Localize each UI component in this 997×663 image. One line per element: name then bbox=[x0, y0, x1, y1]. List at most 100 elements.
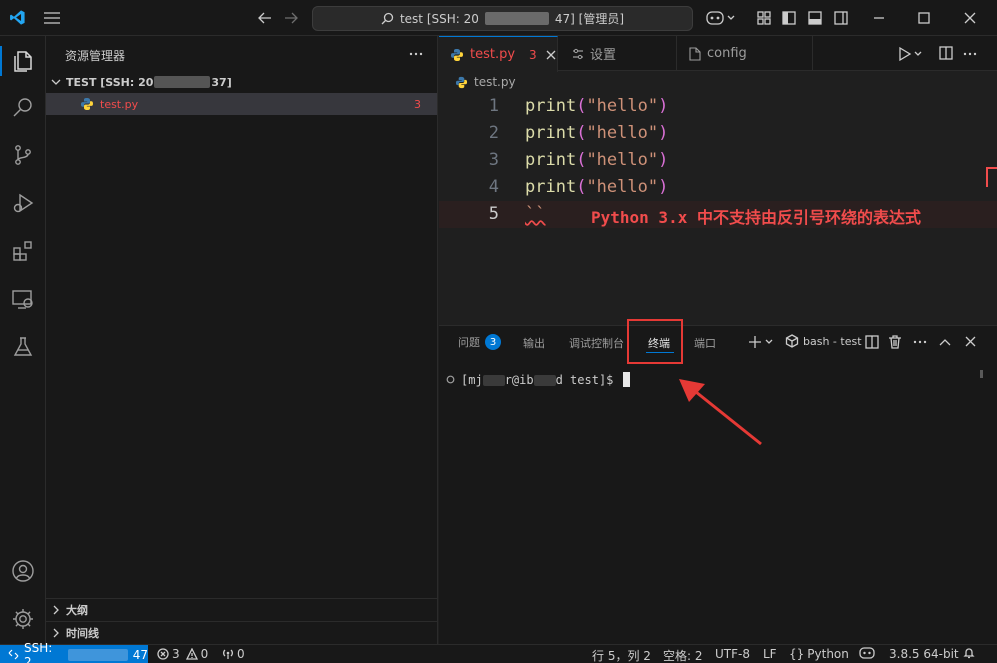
source-control-icon[interactable] bbox=[8, 140, 38, 170]
ports-status[interactable]: 0 bbox=[222, 647, 245, 661]
toggle-secondary-sidebar-icon[interactable] bbox=[834, 11, 848, 25]
outline-section[interactable]: 大纲 bbox=[46, 599, 437, 621]
prompt-part-2: r@ib bbox=[504, 372, 534, 387]
tab-debug-console[interactable]: 调试控制台 bbox=[569, 335, 624, 351]
timeline-section[interactable]: 时间线 bbox=[46, 622, 437, 644]
new-terminal-icon[interactable] bbox=[749, 335, 775, 349]
code-text: `` bbox=[525, 204, 546, 224]
manage-gear-icon[interactable] bbox=[8, 604, 38, 634]
command-center-search[interactable]: test [SSH: 20 47] [管理员] bbox=[312, 6, 693, 31]
outline-label: 大纲 bbox=[66, 604, 88, 617]
timeline-label: 时间线 bbox=[66, 627, 99, 640]
tab-settings[interactable]: 设置 bbox=[559, 36, 677, 71]
toggle-sidebar-icon[interactable] bbox=[782, 11, 796, 25]
terminal-prompt[interactable]: [mj r@ib d test]$ bbox=[446, 372, 631, 387]
notifications-bell-icon[interactable] bbox=[963, 647, 975, 659]
search-activity-icon[interactable] bbox=[8, 92, 38, 122]
code-line-1[interactable]: 1 print("hello") bbox=[439, 93, 997, 120]
run-debug-icon[interactable] bbox=[8, 188, 38, 218]
redacted-mask bbox=[484, 12, 549, 25]
maximize-panel-icon[interactable] bbox=[938, 336, 952, 348]
tab-label: 问题 bbox=[458, 336, 480, 349]
code-line-5[interactable]: 5 `` Python 3.x 中不支持由反引号环绕的表达式 bbox=[439, 201, 997, 228]
tab-label: 设置 bbox=[590, 48, 617, 63]
close-window-icon[interactable] bbox=[963, 11, 977, 25]
accounts-icon[interactable] bbox=[8, 556, 38, 586]
activity-bar bbox=[0, 36, 46, 644]
python-file-icon bbox=[450, 48, 464, 62]
redacted-mask bbox=[68, 648, 128, 661]
tab-ports[interactable]: 端口 bbox=[694, 335, 716, 351]
annotation-arrow bbox=[675, 376, 765, 448]
code-text: print("hello") bbox=[525, 150, 669, 170]
copilot-icon[interactable] bbox=[706, 9, 736, 27]
editor-more-icon[interactable] bbox=[962, 46, 978, 62]
terminal-profile-icon bbox=[785, 334, 799, 348]
warning-count: 0 bbox=[200, 647, 209, 661]
explorer-sidebar: 资源管理器 TEST [SSH: 20 37] test.py 3 大纲 时间线 bbox=[46, 36, 438, 644]
forward-icon[interactable] bbox=[284, 11, 298, 25]
file-item-test-py[interactable]: test.py 3 bbox=[46, 93, 437, 115]
redacted-mask bbox=[533, 374, 556, 386]
code-line-4[interactable]: 4 print("hello") bbox=[439, 174, 997, 201]
terminal-selector[interactable]: bash - test bbox=[785, 334, 862, 348]
run-python-icon[interactable] bbox=[897, 46, 925, 62]
annotation-highlight-box bbox=[627, 319, 683, 364]
remote-indicator[interactable]: SSH: 2 47 bbox=[0, 641, 148, 663]
language-mode[interactable]: {} Python bbox=[789, 647, 849, 661]
warning-icon bbox=[185, 648, 198, 660]
line-number: 4 bbox=[488, 177, 499, 197]
code-line-2[interactable]: 2 print("hello") bbox=[439, 120, 997, 147]
code-text: print("hello") bbox=[525, 177, 669, 197]
trash-icon[interactable] bbox=[888, 335, 902, 349]
remote-explorer-icon[interactable] bbox=[8, 284, 38, 314]
code-line-3[interactable]: 3 print("hello") bbox=[439, 147, 997, 174]
tab-problems[interactable]: 问题 3 bbox=[458, 334, 501, 350]
search-text-prefix: test [SSH: 20 bbox=[399, 11, 479, 26]
customize-layout-icon[interactable] bbox=[757, 11, 771, 25]
python-interpreter[interactable]: 3.8.5 64-bit bbox=[889, 647, 959, 661]
toggle-panel-icon[interactable] bbox=[808, 11, 822, 25]
settings-tab-icon bbox=[572, 48, 584, 60]
tab-problem-badge: 3 bbox=[529, 47, 537, 62]
end-of-line[interactable]: LF bbox=[763, 647, 777, 661]
encoding[interactable]: UTF-8 bbox=[715, 647, 750, 661]
copilot-status-icon[interactable] bbox=[859, 647, 875, 659]
chevron-right-icon bbox=[50, 604, 62, 616]
inline-error-message: Python 3.x 中不支持由反引号环绕的表达式 bbox=[591, 208, 921, 227]
broadcast-icon bbox=[222, 648, 234, 660]
terminal-scrollbar[interactable] bbox=[980, 370, 983, 378]
explorer-icon[interactable] bbox=[0, 46, 38, 76]
extensions-icon[interactable] bbox=[8, 236, 38, 266]
tab-test-py[interactable]: test.py 3 bbox=[439, 36, 558, 72]
tab-output[interactable]: 输出 bbox=[523, 335, 545, 351]
scrollbar-error-marker bbox=[986, 167, 997, 187]
braces-icon: {} bbox=[789, 647, 805, 661]
indentation[interactable]: 空格: 2 bbox=[663, 647, 703, 663]
workspace-folder[interactable]: TEST [SSH: 20 37] bbox=[46, 71, 437, 93]
chevron-down-icon bbox=[50, 76, 62, 88]
terminal-name: bash - test bbox=[803, 334, 862, 348]
file-name: test.py bbox=[100, 97, 139, 111]
problems-count-badge: 3 bbox=[485, 334, 501, 350]
prompt-part-3: d test]$ bbox=[555, 372, 614, 387]
panel-more-icon[interactable] bbox=[912, 334, 928, 350]
remote-suffix: 47 bbox=[132, 647, 148, 662]
maximize-icon[interactable] bbox=[917, 11, 931, 25]
split-terminal-icon[interactable] bbox=[865, 335, 879, 349]
more-actions-icon[interactable] bbox=[408, 46, 424, 62]
back-icon[interactable] bbox=[258, 11, 272, 25]
testing-icon[interactable] bbox=[8, 332, 38, 362]
line-number: 2 bbox=[488, 123, 499, 143]
breadcrumb[interactable]: test.py bbox=[439, 71, 997, 93]
menu-icon[interactable] bbox=[44, 12, 60, 24]
tab-config[interactable]: config bbox=[678, 36, 813, 71]
split-editor-icon[interactable] bbox=[939, 46, 953, 60]
search-text-suffix: 47] [管理员] bbox=[554, 12, 625, 26]
close-panel-icon[interactable] bbox=[964, 335, 977, 348]
problems-status[interactable]: 3 0 bbox=[157, 647, 208, 661]
minimize-icon[interactable] bbox=[872, 11, 886, 25]
bottom-panel: 问题 3 输出 调试控制台 终端 端口 bash - test [mj r@ib d… bbox=[439, 319, 997, 644]
close-tab-icon[interactable] bbox=[546, 50, 556, 60]
cursor-position[interactable]: 行 5，列 2 bbox=[592, 647, 651, 663]
